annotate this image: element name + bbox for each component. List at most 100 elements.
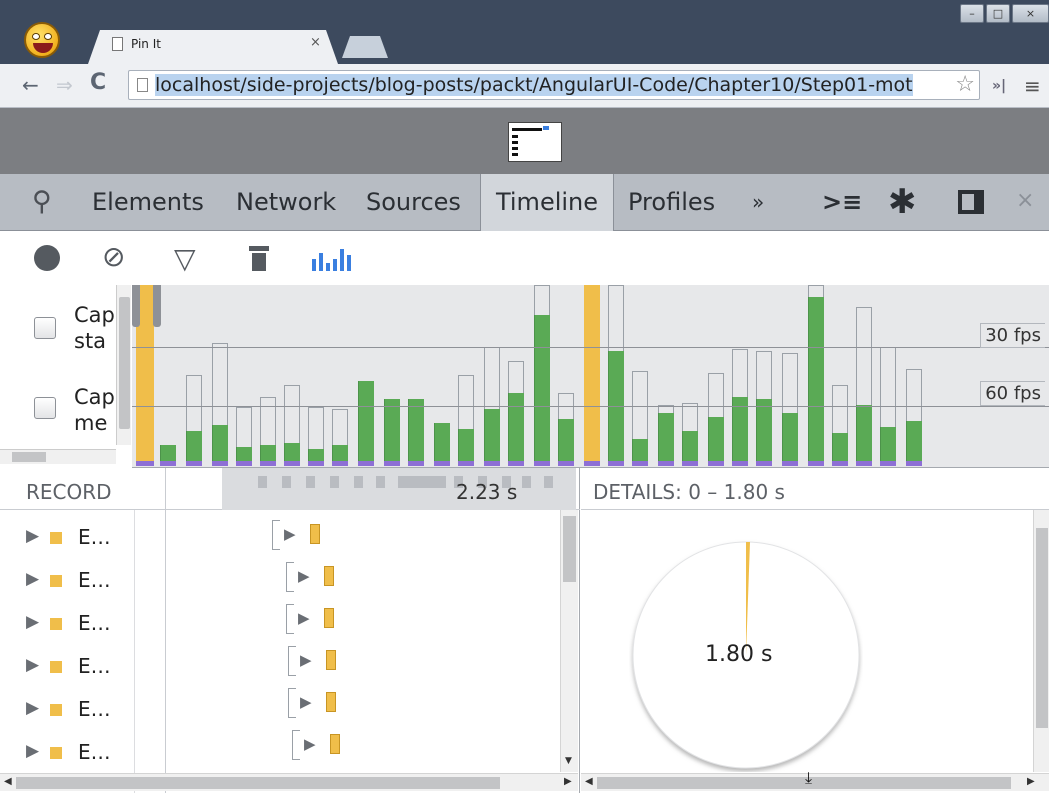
back-arrow-icon[interactable]: ← (22, 74, 39, 96)
column-divider (134, 510, 135, 793)
record-row[interactable]: ▶ E… (0, 559, 134, 601)
frame-bar-painting (856, 405, 872, 465)
scroll-thumb[interactable] (597, 777, 1011, 789)
extensions-chevron-icon[interactable]: »| (992, 78, 1006, 94)
tab-timeline[interactable]: Timeline (480, 174, 614, 231)
window-close-button[interactable]: × (1012, 4, 1049, 23)
frame-bar-painting (732, 397, 748, 465)
url-text[interactable]: localhost/side-projects/blog-posts/packt… (155, 74, 955, 96)
scroll-thumb[interactable] (563, 516, 576, 582)
clear-icon[interactable]: ⊘ (102, 243, 125, 271)
checkbox-label-line1: Cap (74, 303, 114, 327)
details-header: DETAILS: 0 – 1.80 s (581, 468, 1049, 510)
page-viewport (0, 108, 1049, 174)
details-horizontal-scrollbar[interactable]: ◀ ▶ (581, 773, 1049, 791)
frame-bar-rendering (708, 461, 724, 466)
event-type-swatch (50, 747, 62, 759)
scroll-left-arrow-icon[interactable]: ◀ (4, 776, 12, 787)
frame-bar-painting (408, 399, 424, 465)
search-icon[interactable]: ⚲ (32, 186, 52, 217)
scroll-thumb[interactable] (16, 777, 500, 789)
dock-side-icon[interactable] (958, 190, 984, 214)
overview-sidebar: Cap sta Cap me (0, 285, 132, 468)
scroll-thumb[interactable] (119, 297, 130, 429)
resize-cursor-icon: ⤓ (805, 768, 813, 787)
hamburger-menu-icon[interactable]: ≡ (1024, 74, 1041, 98)
frame-bar-rendering (384, 461, 400, 466)
range-handle-right[interactable] (153, 285, 161, 327)
record-row[interactable]: ▶ E… (0, 516, 134, 558)
overview-vertical-scrollbar[interactable] (116, 285, 131, 445)
scroll-thumb[interactable] (1036, 528, 1048, 728)
expand-triangle-icon[interactable]: ▶ (26, 655, 39, 675)
reload-icon[interactable]: C (90, 72, 106, 94)
console-drawer-icon[interactable]: >≡ (822, 188, 862, 216)
frame-bar-painting (756, 399, 772, 465)
fps-60-line (132, 406, 1049, 407)
record-row[interactable]: ▶ E… (0, 731, 134, 773)
event-type-swatch (50, 704, 62, 716)
close-icon[interactable]: × (1016, 188, 1034, 213)
capture-memory-checkbox[interactable] (34, 397, 56, 419)
expand-triangle-icon[interactable]: ▶ (26, 741, 39, 761)
scroll-left-arrow-icon[interactable]: ◀ (585, 776, 593, 787)
tab-elements[interactable]: Elements (92, 174, 204, 231)
details-vertical-scrollbar[interactable] (1033, 510, 1049, 772)
bookmark-star-icon[interactable]: ☆ (955, 72, 975, 97)
record-row[interactable]: ▶ E… (0, 645, 134, 687)
maximize-button[interactable]: □ (986, 4, 1010, 23)
tab-close-icon[interactable]: × (310, 35, 321, 50)
expand-triangle-icon[interactable]: ▶ (26, 526, 39, 546)
frame-bar-painting (384, 399, 400, 465)
frame-bar-rendering (906, 461, 922, 466)
record-label: E… (78, 654, 111, 678)
frame-bar-rendering (782, 461, 798, 466)
scroll-down-arrow-icon[interactable]: ▼ (565, 756, 572, 766)
event-type-swatch (50, 661, 62, 673)
more-tabs-button[interactable]: » (752, 190, 764, 214)
frames-view-icon[interactable] (312, 247, 360, 271)
profile-avatar-icon[interactable] (24, 22, 60, 58)
frame-bar-painting (358, 381, 374, 465)
frame-bar-painting (608, 351, 624, 465)
capture-stacks-checkbox[interactable] (34, 317, 56, 339)
browser-tab[interactable]: Pin It × (88, 30, 338, 64)
frame-bar-rendering (332, 461, 348, 466)
tab-sources[interactable]: Sources (366, 174, 461, 231)
trash-icon[interactable] (249, 243, 269, 273)
scroll-right-arrow-icon[interactable]: ▶ (564, 776, 572, 787)
expand-triangle-icon[interactable]: ▶ (26, 698, 39, 718)
records-vertical-scrollbar[interactable]: ▼ (560, 510, 578, 772)
expand-triangle-icon[interactable]: ▶ (26, 569, 39, 589)
records-horizontal-scrollbar[interactable]: ◀ ▶ (0, 773, 578, 791)
frame-bar-rendering (358, 461, 374, 466)
record-icon[interactable] (34, 245, 60, 271)
overview-horizontal-scrollbar[interactable] (0, 449, 116, 464)
record-row[interactable]: ▶ E… (0, 688, 134, 730)
forward-arrow-icon[interactable]: ⇒ (56, 74, 73, 96)
frame-bar-rendering (160, 461, 176, 466)
address-bar[interactable]: localhost/side-projects/blog-posts/packt… (128, 70, 980, 100)
tab-network[interactable]: Network (236, 174, 336, 231)
new-tab-button[interactable] (342, 36, 388, 58)
column-divider[interactable] (165, 468, 166, 793)
tab-profiles[interactable]: Profiles (628, 174, 715, 231)
frames-chart[interactable]: 30 fps 60 fps (132, 285, 1049, 468)
frame-bar-rendering (732, 461, 748, 466)
gear-icon[interactable]: ✱ (888, 182, 917, 222)
scroll-thumb[interactable] (12, 452, 46, 462)
frame-bar-rendering (260, 461, 276, 466)
frame-bar-rendering (408, 461, 424, 466)
filter-icon[interactable]: ▽ (174, 242, 196, 275)
fps-30-label: 30 fps (980, 323, 1045, 348)
page-icon (137, 78, 148, 92)
range-handle-left[interactable] (132, 285, 140, 327)
checkbox-label-line2: sta (74, 329, 107, 353)
frame-bar-rendering (632, 461, 648, 466)
expand-triangle-icon[interactable]: ▶ (26, 612, 39, 632)
scroll-right-arrow-icon[interactable]: ▶ (1027, 776, 1035, 787)
minimize-button[interactable]: – (960, 4, 984, 23)
record-label: E… (78, 740, 111, 764)
record-row[interactable]: ▶ E… (0, 602, 134, 644)
frame-bar-rendering (212, 461, 228, 466)
